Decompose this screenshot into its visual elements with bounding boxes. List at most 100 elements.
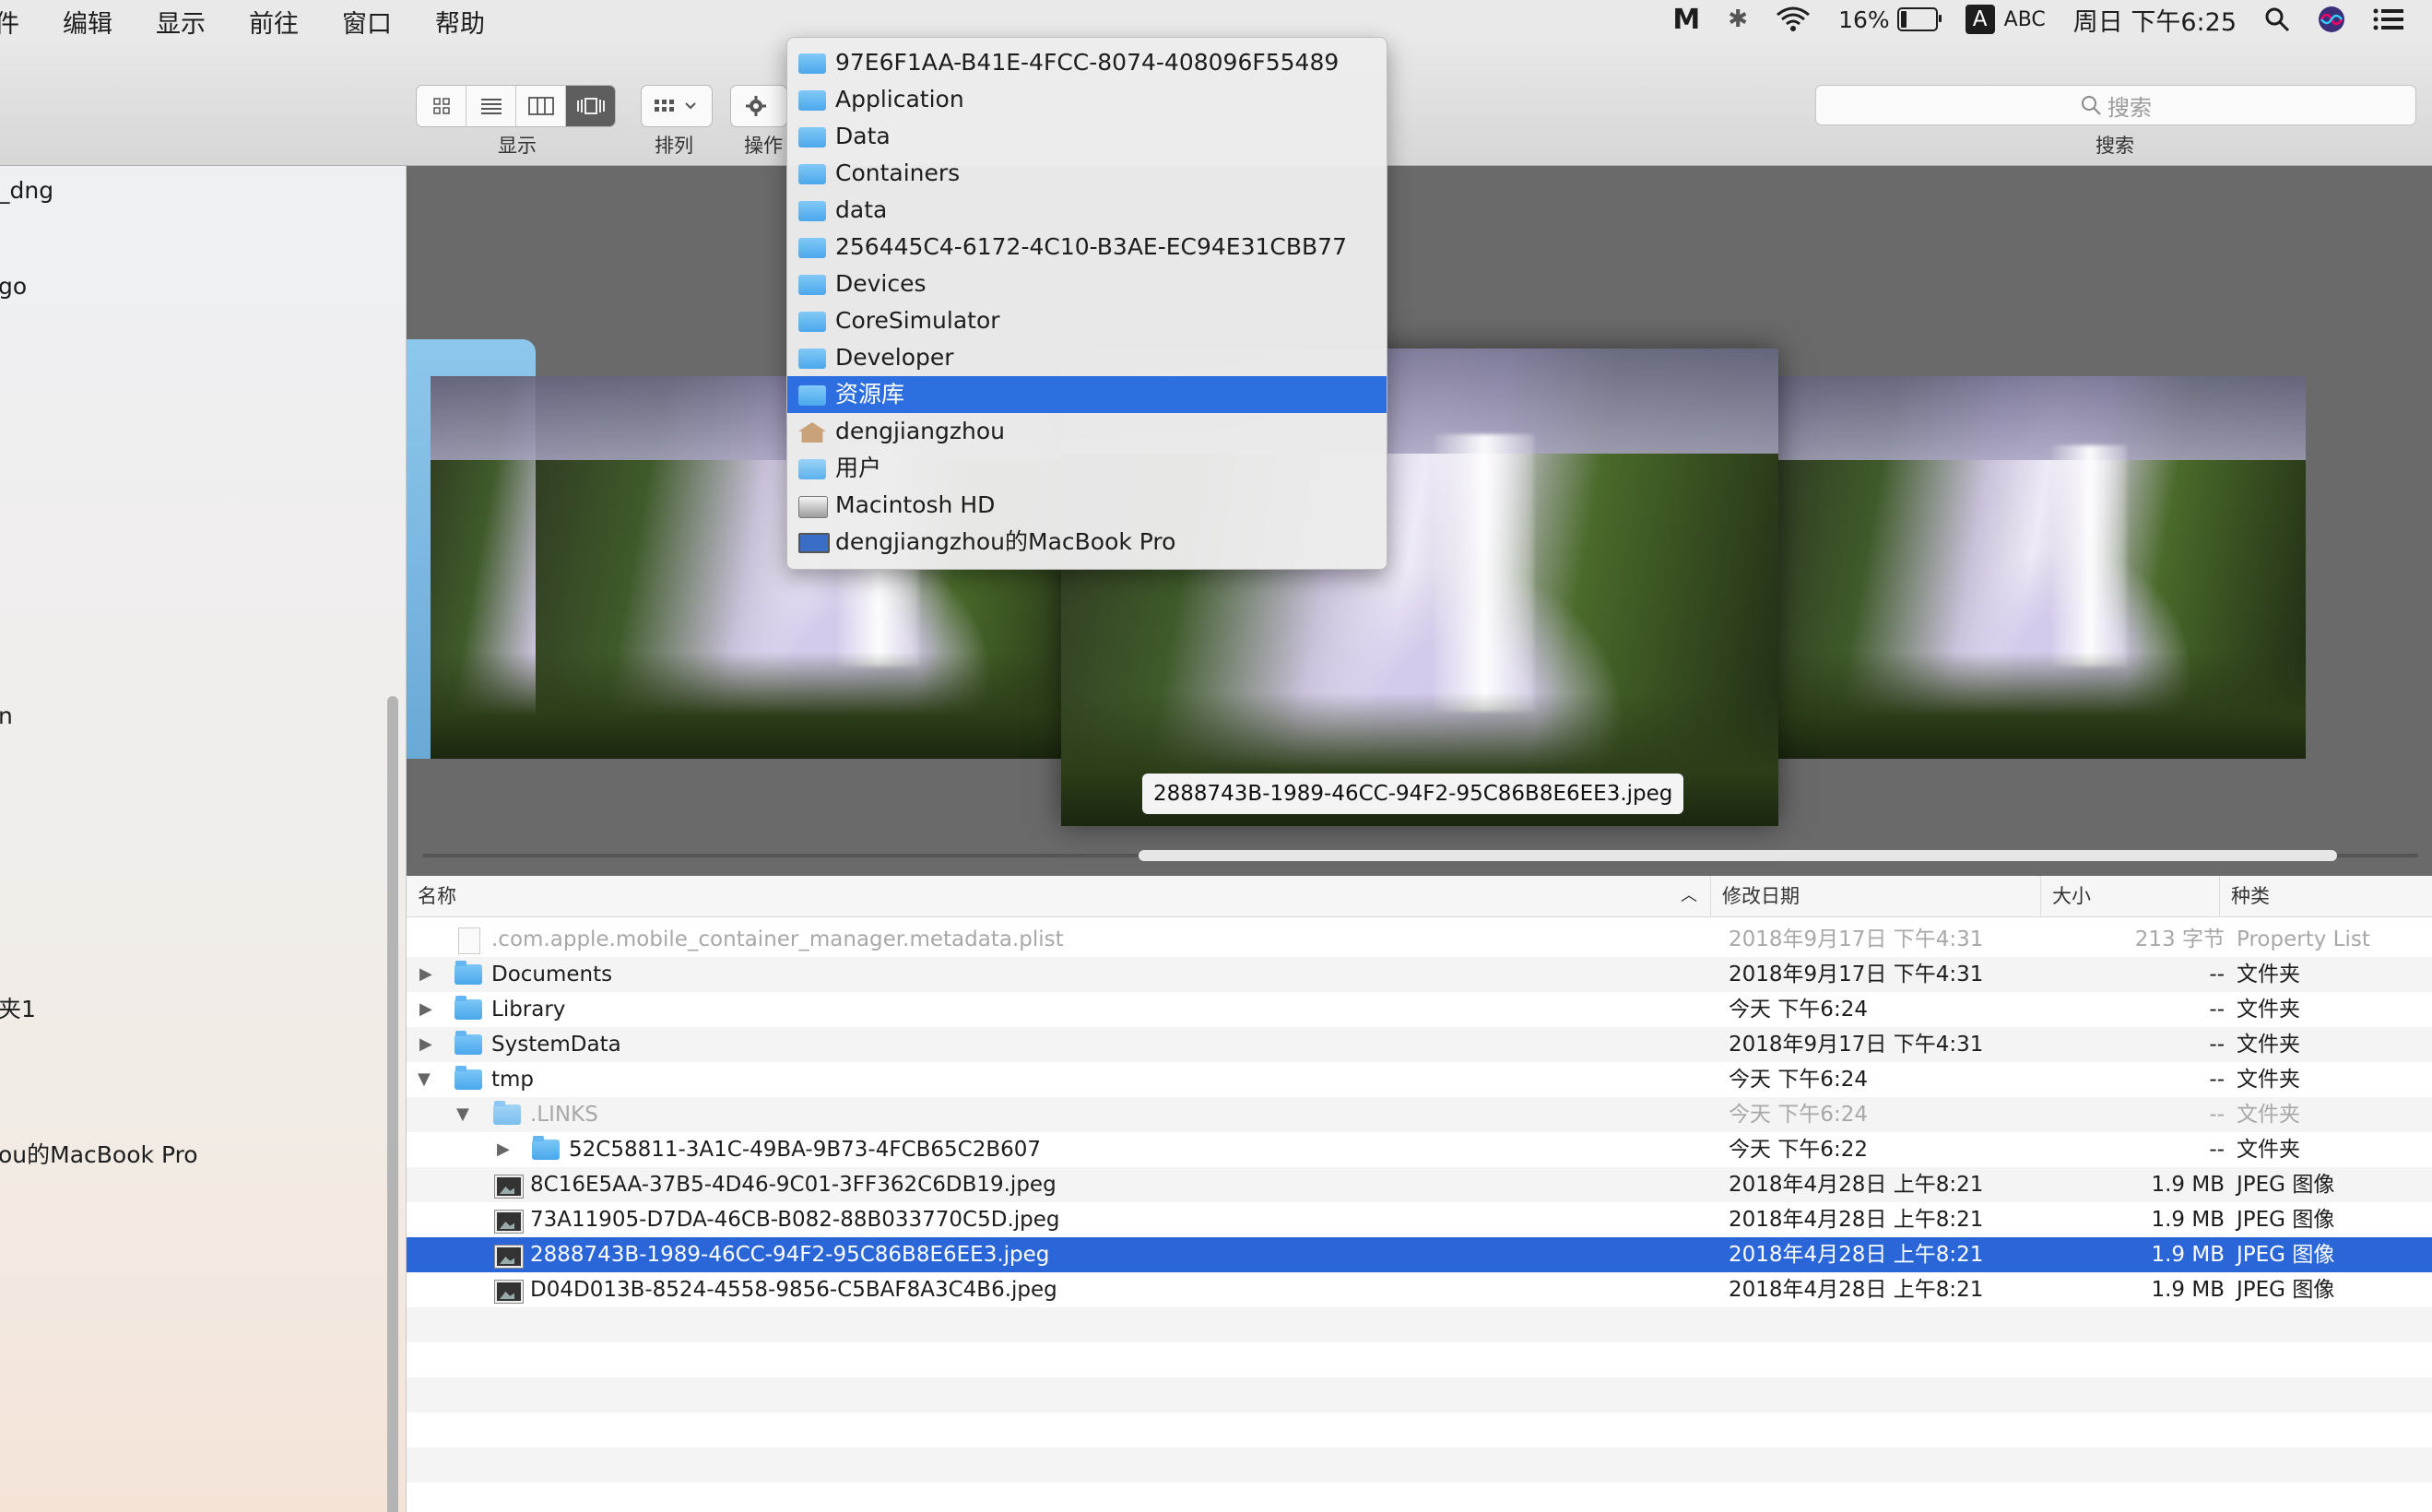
wifi-icon[interactable] bbox=[1776, 6, 1811, 32]
path-menu-item[interactable]: Containers bbox=[787, 155, 1387, 192]
file-name: Library bbox=[491, 998, 566, 1022]
malwarebytes-icon[interactable]: M bbox=[1672, 4, 1700, 36]
path-menu-item[interactable]: Application bbox=[787, 81, 1387, 118]
folder-icon bbox=[798, 275, 826, 295]
path-menu-item[interactable]: data bbox=[787, 192, 1387, 229]
search-label: 搜索 bbox=[2096, 135, 2134, 157]
path-menu-item-label: Data bbox=[835, 123, 891, 149]
file-date: 今天 下午6:24 bbox=[1729, 998, 1868, 1022]
file-list: 名称 ︿ 修改日期 大小 种类 .com.apple.mobile_contai… bbox=[407, 876, 2432, 1512]
folder-icon bbox=[455, 1066, 482, 1090]
file-date: 今天 下午6:24 bbox=[1729, 1068, 1868, 1092]
document-icon bbox=[458, 927, 480, 954]
search-field[interactable]: 搜索 bbox=[1815, 85, 2416, 125]
path-menu-item-label: 用户 bbox=[835, 455, 882, 481]
table-row[interactable]: ▶ SystemData 2018年9月17日 下午4:31 -- 文件夹 bbox=[407, 1027, 2432, 1062]
menu-go[interactable]: 前往 bbox=[249, 4, 299, 40]
disclosure-triangle-right-icon[interactable]: ▶ bbox=[497, 1132, 510, 1167]
column-header-date-label: 修改日期 bbox=[1722, 885, 1800, 907]
disclosure-triangle-right-icon[interactable]: ▶ bbox=[419, 992, 432, 1027]
sidebar-item[interactable]: 夹1 bbox=[0, 991, 36, 1024]
sidebar-item[interactable]: ou的MacBook Pro bbox=[0, 1137, 198, 1170]
column-view-button[interactable] bbox=[516, 86, 566, 126]
file-size: 1.9 MB bbox=[2151, 1208, 2225, 1232]
table-row[interactable]: 8C16E5AA-37B5-4D46-9C01-3FF362C6DB19.jpe… bbox=[407, 1167, 2432, 1202]
disclosure-triangle-down-icon[interactable]: ▼ bbox=[456, 1097, 469, 1132]
table-row[interactable]: D04D013B-8524-4558-9856-C5BAF8A3C4B6.jpe… bbox=[407, 1272, 2432, 1307]
view-mode-control[interactable] bbox=[416, 85, 616, 127]
file-size: -- bbox=[2209, 1033, 2225, 1057]
folder-icon bbox=[455, 961, 482, 985]
file-name: 8C16E5AA-37B5-4D46-9C01-3FF362C6DB19.jpe… bbox=[530, 1173, 1057, 1197]
siri-icon[interactable] bbox=[2318, 6, 2345, 33]
path-menu-item[interactable]: dengjiangzhou bbox=[787, 413, 1387, 450]
column-header-kind[interactable]: 种类 bbox=[2219, 876, 2432, 916]
path-menu-item-label: dengjiangzhou bbox=[835, 418, 1005, 444]
column-header-name[interactable]: 名称 ︿ bbox=[407, 876, 1708, 916]
disclosure-triangle-right-icon[interactable]: ▶ bbox=[419, 1027, 432, 1062]
notification-center-icon[interactable] bbox=[2373, 7, 2404, 31]
battery-status[interactable]: 16% bbox=[1838, 6, 1942, 33]
sidebar-item[interactable]: n bbox=[0, 703, 13, 729]
table-row[interactable]: ▼ tmp 今天 下午6:24 -- 文件夹 bbox=[407, 1062, 2432, 1097]
file-date: 2018年4月28日 上午8:21 bbox=[1729, 1278, 1984, 1302]
disclosure-triangle-right-icon[interactable]: ▶ bbox=[419, 957, 432, 992]
icon-view-button[interactable] bbox=[417, 86, 466, 126]
path-menu-item[interactable]: Developer bbox=[787, 339, 1387, 376]
path-menu-item[interactable]: Devices bbox=[787, 266, 1387, 302]
path-menu-item[interactable]: 97E6F1AA-B41E-4FCC-8074-408096F55489 bbox=[787, 44, 1387, 81]
path-menu-item-selected[interactable]: 资源库 bbox=[787, 376, 1387, 413]
path-menu-item[interactable]: dengjiangzhou的MacBook Pro bbox=[787, 524, 1387, 561]
sidebar: _dng go n 夹1 ou的MacBook Pro bbox=[0, 166, 407, 1512]
sidebar-scrollbar[interactable] bbox=[387, 696, 398, 1512]
path-menu-item-label: data bbox=[835, 196, 888, 223]
column-header-date[interactable]: 修改日期 bbox=[1710, 876, 1907, 916]
table-row[interactable]: ▶ 52C58811-3A1C-49BA-9B73-4FCB65C2B607 今… bbox=[407, 1132, 2432, 1167]
arrange-button[interactable] bbox=[641, 85, 713, 127]
menu-file[interactable]: 件 bbox=[0, 4, 19, 40]
sidebar-item[interactable]: _dng bbox=[0, 177, 53, 204]
path-menu-item[interactable]: Macintosh HD bbox=[787, 487, 1387, 524]
cover-flow-view-button[interactable] bbox=[566, 86, 615, 126]
disclosure-triangle-down-icon[interactable]: ▼ bbox=[418, 1062, 431, 1097]
file-size: -- bbox=[2209, 1138, 2225, 1162]
column-header-size[interactable]: 大小 bbox=[2040, 876, 2209, 916]
table-row[interactable]: 73A11905-D7DA-46CB-B082-88B033770C5D.jpe… bbox=[407, 1202, 2432, 1237]
menu-view[interactable]: 显示 bbox=[156, 4, 206, 40]
table-row-selected[interactable]: 2888743B-1989-46CC-94F2-95C86B8E6EE3.jpe… bbox=[407, 1237, 2432, 1272]
table-row[interactable]: ▶ Documents 2018年9月17日 下午4:31 -- 文件夹 bbox=[407, 957, 2432, 992]
path-menu-item[interactable]: Data bbox=[787, 118, 1387, 155]
input-method[interactable]: A ABC bbox=[1965, 5, 2046, 34]
menu-edit[interactable]: 编辑 bbox=[63, 4, 112, 40]
file-date: 今天 下午6:24 bbox=[1729, 1103, 1868, 1127]
path-menu-item[interactable]: CoreSimulator bbox=[787, 302, 1387, 339]
path-menu-item-label: Application bbox=[835, 86, 964, 112]
computer-icon bbox=[798, 533, 830, 553]
bluetooth-icon[interactable]: ✱ bbox=[1728, 6, 1748, 33]
file-kind: 文件夹 bbox=[2237, 1068, 2300, 1092]
sidebar-item[interactable]: go bbox=[0, 273, 27, 300]
table-row[interactable]: ▶ Library 今天 下午6:24 -- 文件夹 bbox=[407, 992, 2432, 1027]
path-menu-item-label: 256445C4-6172-4C10-B3AE-EC94E31CBB77 bbox=[835, 233, 1347, 260]
table-row[interactable]: .com.apple.mobile_container_manager.meta… bbox=[407, 922, 2432, 957]
file-name: 73A11905-D7DA-46CB-B082-88B033770C5D.jpe… bbox=[530, 1208, 1060, 1232]
menu-window[interactable]: 窗口 bbox=[342, 4, 392, 40]
cover-flow-image[interactable] bbox=[1778, 376, 2306, 759]
cover-flow-scroll-thumb[interactable] bbox=[1139, 850, 2337, 861]
path-menu-item[interactable]: 用户 bbox=[787, 450, 1387, 487]
action-button[interactable] bbox=[730, 85, 787, 127]
list-view-button[interactable] bbox=[466, 86, 516, 126]
users-folder-icon bbox=[798, 459, 826, 479]
path-menu-item-label: 资源库 bbox=[835, 381, 905, 408]
table-row[interactable]: ▼ .LINKS 今天 下午6:24 -- 文件夹 bbox=[407, 1097, 2432, 1132]
file-kind: 文件夹 bbox=[2237, 1138, 2300, 1162]
menu-help[interactable]: 帮助 bbox=[435, 4, 485, 40]
spotlight-icon[interactable] bbox=[2264, 6, 2290, 32]
file-name: 2888743B-1989-46CC-94F2-95C86B8E6EE3.jpe… bbox=[530, 1243, 1050, 1267]
path-menu-item[interactable]: 256445C4-6172-4C10-B3AE-EC94E31CBB77 bbox=[787, 229, 1387, 266]
file-kind: JPEG 图像 bbox=[2237, 1243, 2335, 1267]
clock[interactable]: 周日 下午6:25 bbox=[2073, 2, 2237, 38]
library-folder-icon bbox=[798, 385, 826, 406]
cover-flow-area[interactable] bbox=[407, 166, 2432, 876]
battery-percent: 16% bbox=[1838, 6, 1890, 33]
